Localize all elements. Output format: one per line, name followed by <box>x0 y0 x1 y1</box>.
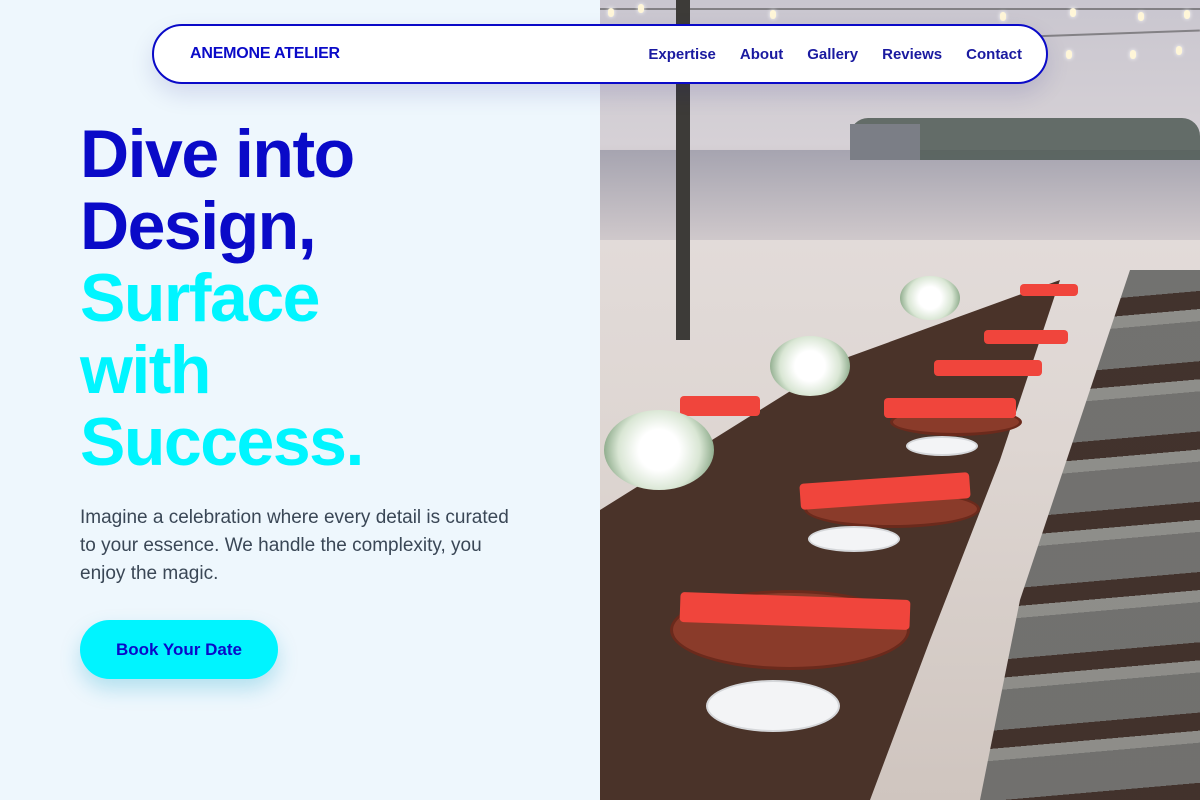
headline-line-1: Dive into <box>80 116 355 192</box>
flower-centerpiece <box>900 276 960 320</box>
headline-line-3: Surface <box>80 260 320 336</box>
string-light <box>638 4 644 13</box>
dinner-plate <box>906 436 978 456</box>
napkin <box>884 398 1016 418</box>
nav-links: Expertise About Gallery Reviews Contact <box>648 46 1022 63</box>
string-light <box>1176 46 1182 55</box>
napkin <box>984 330 1068 344</box>
string-light <box>1066 50 1072 59</box>
nav-link-gallery[interactable]: Gallery <box>807 46 858 63</box>
napkin <box>680 396 760 416</box>
book-date-button[interactable]: Book Your Date <box>80 620 278 679</box>
nav-link-reviews[interactable]: Reviews <box>882 46 942 63</box>
photo-sea <box>600 150 1200 240</box>
headline-line-5: Success. <box>80 404 364 480</box>
string-lights-wire <box>600 8 1200 10</box>
string-light <box>608 8 614 17</box>
top-nav: ANEMONE ATELIER Expertise About Gallery … <box>152 24 1048 84</box>
nav-link-expertise[interactable]: Expertise <box>648 46 716 63</box>
hero-headline: Dive into Design, Surface with Success. <box>80 118 580 478</box>
string-light <box>770 10 776 19</box>
hero-subtitle: Imagine a celebration where every detail… <box>80 507 509 584</box>
flower-centerpiece <box>604 410 714 490</box>
dinner-plate <box>808 526 900 552</box>
hero-photo <box>600 0 1200 800</box>
string-light <box>1138 12 1144 21</box>
nav-link-about[interactable]: About <box>740 46 783 63</box>
headline-line-4: with <box>80 332 211 408</box>
brand-logo[interactable]: ANEMONE ATELIER <box>190 45 340 63</box>
flower-centerpiece <box>770 336 850 396</box>
napkin <box>1020 284 1078 296</box>
headline-line-2: Design, <box>80 188 317 264</box>
string-light <box>1130 50 1136 59</box>
string-light <box>1000 12 1006 21</box>
string-light <box>1184 10 1190 19</box>
string-light <box>1070 8 1076 17</box>
nav-link-contact[interactable]: Contact <box>966 46 1022 63</box>
dinner-plate <box>706 680 840 732</box>
photo-building <box>850 124 920 160</box>
napkin <box>934 360 1042 376</box>
